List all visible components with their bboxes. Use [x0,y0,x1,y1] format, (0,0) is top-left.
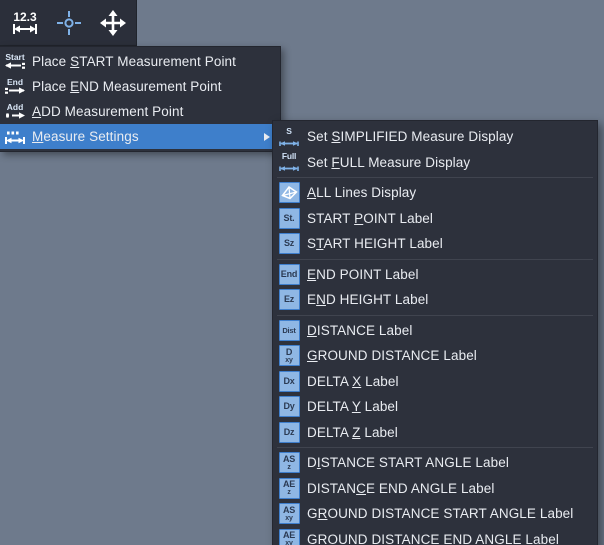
distance-start-angle-label-icon: AS z [273,450,305,475]
menu-item-place-end-measurement-point[interactable]: End Place END Measurement Point [0,74,280,99]
submenu-item-start-point-label[interactable]: St. START POINT Label [273,206,597,232]
place-end-point-icon: End [0,74,30,99]
menu-item-place-start-measurement-point[interactable]: Start Place START Measurement Point [0,49,280,74]
ground-distance-start-angle-label-icon: AS xy [273,501,305,526]
menu-item-measure-settings[interactable]: Measure Settings [0,124,280,149]
start-height-label-icon: Sz [273,231,305,256]
submenu-item-distance-end-angle-label[interactable]: AE z DISTANCE END ANGLE Label [273,476,597,502]
move-tool[interactable] [92,3,134,43]
delta-z-label-icon: Dz [273,420,305,445]
svg-text:Add: Add [7,102,24,112]
move-arrows-icon [97,7,129,39]
submenu-item-distance-start-angle-label[interactable]: AS z DISTANCE START ANGLE Label [273,450,597,476]
submenu-item-delta-y-label[interactable]: Dy DELTA Y Label [273,394,597,420]
full-measure-display-icon: Full [273,150,305,175]
measure-settings-icon [0,124,30,149]
menu-item-label: Measure Settings [32,129,139,144]
ground-distance-end-angle-label-icon: AE xy [273,527,305,545]
menu-separator [277,177,593,178]
measure-distance-tool[interactable]: 12.3 [4,3,46,43]
start-point-label-icon: St. [273,206,305,231]
measure-dropdown-menu: Start Place START Measurement Point End … [0,46,281,152]
measure-distance-icon: 12.3 [9,7,41,39]
end-height-label-icon: Ez [273,287,305,312]
submenu-item-label: Set FULL Measure Display [307,154,471,170]
measure-point-icon [53,7,85,39]
submenu-item-all-lines-display[interactable]: ALL Lines Display [273,180,597,206]
all-lines-display-icon [273,180,305,205]
menu-item-label: Place START Measurement Point [32,54,236,69]
place-start-point-icon: Start [0,49,30,74]
ground-distance-label-icon: Dxy [273,343,305,368]
submenu-item-label: GROUND DISTANCE Label [307,348,477,364]
distance-label-icon: Dist [273,318,305,343]
submenu-item-label: DELTA Y Label [307,399,399,415]
submenu-item-label: END POINT Label [307,266,419,282]
submenu-item-delta-x-label[interactable]: Dx DELTA X Label [273,369,597,395]
delta-y-label-icon: Dy [273,394,305,419]
distance-end-angle-label-icon: AE z [273,476,305,501]
svg-text:End: End [7,77,23,87]
submenu-item-end-height-label[interactable]: Ez END HEIGHT Label [273,287,597,313]
submenu-item-label: ALL Lines Display [307,185,417,201]
menu-item-add-measurement-point[interactable]: Add ADD Measurement Point [0,99,280,124]
measure-toolbar: 12.3 [0,0,137,46]
submenu-item-label: END HEIGHT Label [307,292,429,308]
menu-separator [277,314,593,316]
menu-item-label: ADD Measurement Point [32,104,184,119]
submenu-item-set-simplified-measure-display[interactable]: S Set SIMPLIFIED Measure Display [273,124,597,150]
submenu-chevron-right-icon [264,132,270,141]
submenu-item-label: START HEIGHT Label [307,236,443,252]
measure-point-tool[interactable] [48,3,90,43]
submenu-item-ground-distance-start-angle-label[interactable]: AS xy GROUND DISTANCE START ANGLE Label [273,501,597,527]
submenu-item-label: Set SIMPLIFIED Measure Display [307,129,514,145]
add-point-icon: Add [0,99,30,124]
end-point-label-icon: End [273,262,305,287]
submenu-item-end-point-label[interactable]: End END POINT Label [273,262,597,288]
menu-separator [277,447,593,448]
submenu-item-label: GROUND DISTANCE START ANGLE Label [307,506,574,522]
submenu-item-label: DISTANCE START ANGLE Label [307,455,509,471]
delta-x-label-icon: Dx [273,369,305,394]
submenu-item-label: DISTANCE END ANGLE Label [307,480,495,496]
menu-separator [277,258,593,260]
simplified-measure-display-icon: S [273,124,305,149]
submenu-item-ground-distance-end-angle-label[interactable]: AE xy GROUND DISTANCE END ANGLE Label [273,527,597,545]
submenu-item-label: DISTANCE Label [307,322,413,338]
submenu-item-ground-distance-label[interactable]: Dxy GROUND DISTANCE Label [273,343,597,369]
submenu-item-label: GROUND DISTANCE END ANGLE Label [307,531,559,545]
submenu-item-set-full-measure-display[interactable]: Full Set FULL Measure Display [273,150,597,176]
svg-text:Start: Start [5,52,25,62]
measure-settings-submenu: S Set SIMPLIFIED Measure Display Full Se… [272,120,598,545]
submenu-item-delta-z-label[interactable]: Dz DELTA Z Label [273,420,597,446]
submenu-item-label: DELTA Z Label [307,424,398,440]
menu-item-label: Place END Measurement Point [32,79,222,94]
svg-text:12.3: 12.3 [13,10,37,24]
submenu-item-start-height-label[interactable]: Sz START HEIGHT Label [273,231,597,257]
submenu-item-label: DELTA X Label [307,373,399,389]
submenu-item-label: START POINT Label [307,210,434,226]
submenu-item-distance-label[interactable]: Dist DISTANCE Label [273,318,597,344]
